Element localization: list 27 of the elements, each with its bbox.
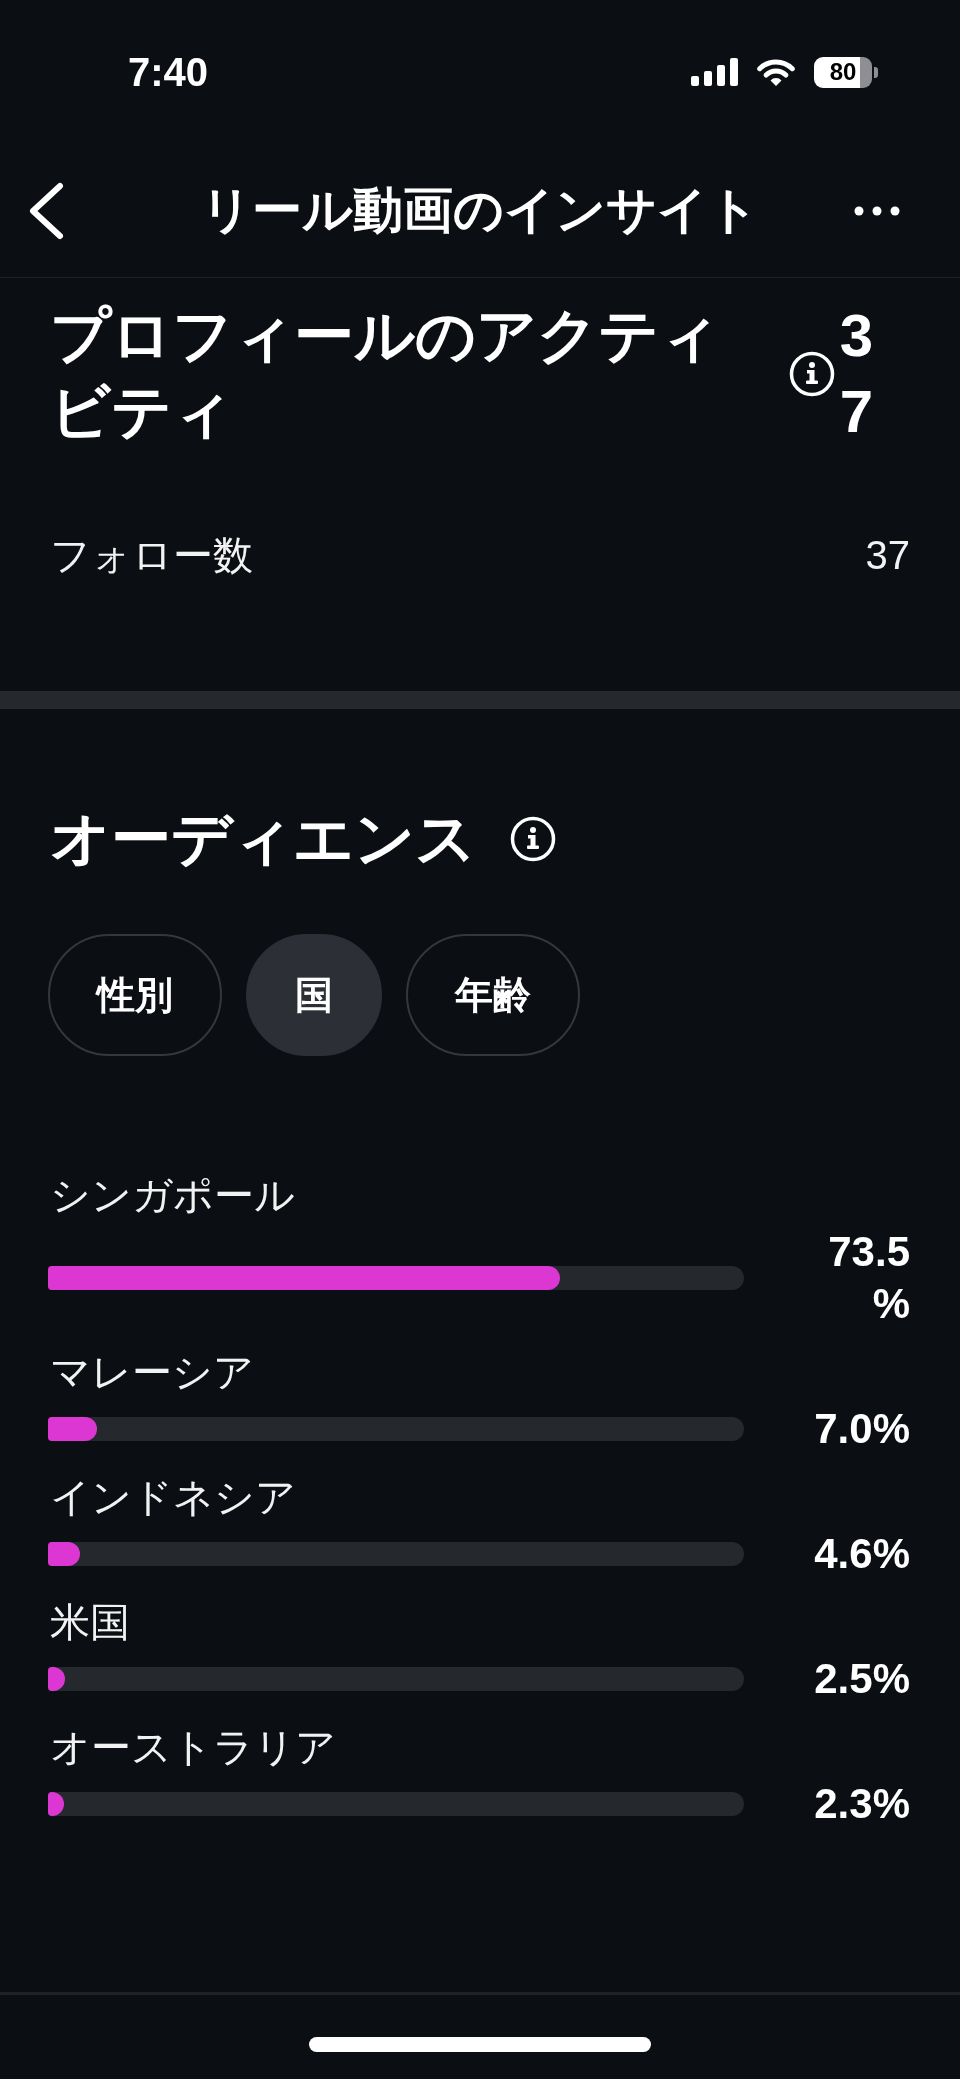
screen-title: リール動画のインサイト — [201, 181, 759, 240]
wifi-icon — [755, 57, 797, 87]
percent-value: 4.6% — [813, 1529, 910, 1579]
signal-icon — [691, 58, 738, 86]
more-icon — [854, 205, 900, 216]
metric-value: 37 — [865, 532, 910, 579]
country-label: インドネシア — [49, 1474, 296, 1521]
country-label: シンガポール — [49, 1172, 295, 1219]
percent-value: 73.5% — [827, 1227, 910, 1329]
percent-value: 2.3% — [813, 1779, 910, 1829]
info-icon[interactable] — [789, 351, 835, 397]
country-label: マレーシア — [49, 1349, 254, 1396]
country-label: 米国 — [49, 1599, 130, 1646]
filter-tab[interactable]: 年齢 — [406, 934, 580, 1056]
section-title: プロフィールのアクティビティ — [50, 301, 721, 447]
filter-tab[interactable]: 国 — [246, 934, 382, 1056]
metric-value: 37 — [838, 301, 875, 447]
status-time: 7:40 — [128, 49, 209, 95]
chevron-left-icon — [28, 181, 64, 240]
percent-value: 2.5% — [813, 1654, 910, 1704]
battery-indicator: 80 — [814, 56, 878, 88]
percent-value: 7.0% — [813, 1404, 910, 1454]
section-title: オーディエンス — [49, 804, 476, 874]
filter-tab[interactable]: 性別 — [48, 934, 222, 1056]
country-label: オーストラリア — [49, 1724, 336, 1771]
info-icon[interactable] — [510, 816, 556, 862]
metric-label: フォロー数 — [50, 532, 253, 579]
